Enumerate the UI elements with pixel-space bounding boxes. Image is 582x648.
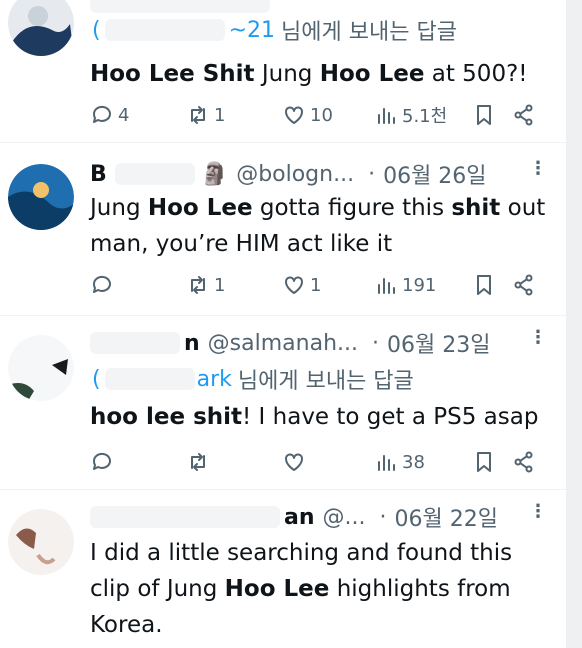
views-bars-icon — [378, 108, 395, 124]
views-bars-icon — [378, 455, 395, 471]
tweet-text: Hoo Lee Shit Jung Hoo Lee at 500?! — [90, 56, 550, 92]
name-emoji: 🗿 — [200, 161, 229, 187]
action-bar: 4 1 10 5.1천 — [90, 100, 546, 130]
share-icon — [514, 104, 533, 126]
text-segment: gotta figure this — [252, 195, 452, 221]
reply-button[interactable] — [90, 447, 118, 477]
bookmark-icon — [477, 275, 491, 295]
action-bar: 38 — [90, 447, 546, 477]
mention-icon: ( — [92, 17, 101, 43]
views-count: 38 — [402, 451, 425, 473]
like-count: 10 — [310, 104, 333, 126]
heart-icon — [285, 106, 303, 124]
reply-button[interactable] — [90, 270, 118, 300]
bold-text-segment: hoo lee shit — [90, 404, 243, 430]
share-icon — [514, 274, 533, 296]
replying-to: ( ~21 님에게 보내는 답글 — [92, 14, 546, 46]
separator-dot: · — [372, 330, 379, 356]
display-name[interactable]: n — [184, 331, 200, 356]
reply-count: 4 — [118, 104, 130, 126]
more-dots-icon[interactable]: ⋮ — [529, 327, 547, 348]
bold-text-segment: Hoo Lee — [147, 195, 253, 221]
repost-arrows-icon — [191, 106, 205, 124]
heart-icon — [285, 453, 303, 471]
views-button[interactable]: 5.1천 — [374, 100, 447, 130]
repost-count: 1 — [214, 274, 226, 296]
share-icon — [514, 451, 533, 473]
timestamp[interactable]: 06월 26일 — [383, 158, 486, 190]
reply-tweet[interactable]: B 🗿 @bologn... · 06월 26일 ⋮ Jung Hoo Lee … — [0, 142, 566, 316]
share-button[interactable] — [512, 447, 536, 477]
tweet-header: an @... · 06월 22일 ⋮ — [90, 501, 547, 533]
mention-link[interactable]: ark — [197, 367, 232, 392]
more-dots-icon[interactable]: ⋮ — [529, 501, 547, 522]
avatar[interactable] — [8, 335, 74, 401]
text-segment: Jung — [90, 195, 148, 221]
reply-thread: ( ~21 님에게 보내는 답글 Hoo Lee Shit Jung Hoo L… — [0, 0, 566, 648]
text-segment: ! I have to get a PS5 asap — [242, 404, 539, 430]
reply-label: 님에게 보내는 답글 — [237, 369, 414, 394]
more-dots-icon[interactable]: ⋮ — [529, 158, 547, 179]
repost-button[interactable]: 1 — [186, 270, 225, 300]
tweet-header: n @salmanah... · 06월 23일 ⋮ — [90, 327, 547, 359]
repost-arrows-icon — [191, 453, 205, 471]
reply-label: 님에게 보내는 답글 — [281, 20, 457, 45]
like-count: 1 — [310, 274, 322, 296]
tweet-text: hoo lee shit! I have to get a PS5 asap — [90, 399, 550, 435]
repost-button[interactable] — [186, 447, 214, 477]
share-button[interactable] — [512, 270, 536, 300]
scrollbar-track[interactable] — [566, 0, 582, 648]
text-segment: at 500?! — [424, 61, 528, 87]
text-segment: Jung — [254, 61, 320, 87]
views-button[interactable]: 191 — [374, 270, 436, 300]
tweet-text: I did a little searching and found this … — [90, 535, 550, 643]
handle[interactable]: @salmanah... — [208, 331, 358, 356]
views-count: 191 — [402, 274, 437, 296]
avatar[interactable] — [8, 509, 74, 575]
share-button[interactable] — [512, 100, 536, 130]
repost-count: 1 — [214, 104, 226, 126]
tweet-text: Jung Hoo Lee gotta figure this shit out … — [90, 190, 550, 262]
bold-text-segment: Hoo Lee — [224, 576, 330, 602]
action-bar: 1 1 191 — [90, 270, 546, 300]
repost-button[interactable]: 1 — [186, 100, 225, 130]
separator-dot: · — [379, 504, 387, 530]
timestamp[interactable]: 06월 23일 — [387, 327, 490, 359]
views-bars-icon — [378, 278, 395, 294]
replying-to: ( ark 님에게 보내는 답글 — [92, 363, 546, 395]
repost-arrows-icon — [191, 276, 205, 294]
tweet-header: B 🗿 @bologn... · 06월 26일 ⋮ — [90, 158, 547, 190]
timestamp[interactable]: 06월 22일 — [395, 501, 498, 533]
bold-text-segment: shit — [451, 195, 501, 221]
avatar[interactable] — [8, 0, 74, 56]
separator-dot: · — [368, 161, 376, 187]
display-name[interactable]: an — [284, 505, 315, 530]
reply-tweet[interactable]: ( ~21 님에게 보내는 답글 Hoo Lee Shit Jung Hoo L… — [0, 0, 566, 143]
like-button[interactable]: 1 — [282, 270, 321, 300]
bookmark-button[interactable] — [472, 447, 496, 477]
handle[interactable]: @bologn... — [236, 162, 354, 187]
reply-button[interactable]: 4 — [90, 100, 129, 130]
reply-tweet[interactable]: n @salmanah... · 06월 23일 ⋮ ( ark 님에게 보내는… — [0, 315, 566, 490]
bookmark-icon — [477, 105, 491, 125]
like-button[interactable] — [282, 447, 310, 477]
reply-tweet[interactable]: an @... · 06월 22일 ⋮ I did a little searc… — [0, 489, 566, 648]
bold-text-segment: Hoo Lee Shit — [90, 61, 255, 87]
bookmark-button[interactable] — [472, 100, 496, 130]
reply-bubble-icon — [92, 105, 111, 123]
handle[interactable]: @... — [323, 505, 366, 530]
mention-link[interactable]: ~21 — [229, 18, 275, 43]
reply-bubble-icon — [92, 275, 111, 293]
heart-icon — [285, 276, 303, 294]
avatar[interactable] — [8, 164, 74, 230]
bookmark-button[interactable] — [472, 270, 496, 300]
views-count: 5.1천 — [402, 106, 448, 127]
views-button[interactable]: 38 — [374, 447, 425, 477]
display-name[interactable]: B — [90, 162, 107, 187]
mention-icon: ( — [92, 366, 101, 392]
reply-bubble-icon — [92, 452, 111, 470]
bookmark-icon — [477, 452, 491, 472]
like-button[interactable]: 10 — [282, 100, 333, 130]
bold-text-segment: Hoo Lee — [319, 61, 425, 87]
